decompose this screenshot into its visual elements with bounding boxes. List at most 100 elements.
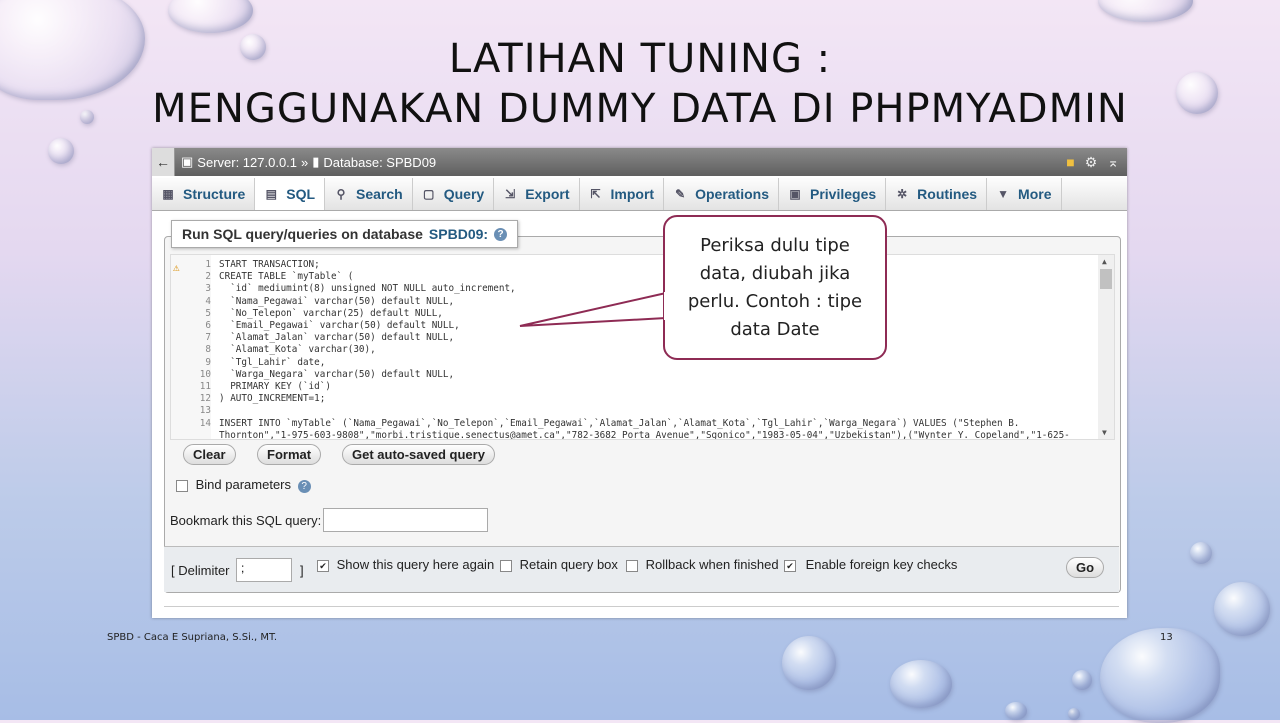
line-number: 1 — [205, 259, 211, 270]
show-query-label: Show this query here again — [336, 557, 495, 572]
callout-text: Periksa dulu tipe data, diubah jika perl… — [663, 232, 887, 344]
editor-line: 13 — [171, 405, 219, 417]
go-button[interactable]: Go — [1066, 557, 1105, 578]
breadcrumb-database[interactable]: Database: SPBD09 — [323, 155, 436, 170]
tab-structure[interactable]: ▦ Structure — [152, 178, 256, 210]
tab-search[interactable]: ⚲ Search — [325, 178, 413, 210]
slide-page-number: 13 — [1160, 632, 1173, 643]
tab-sql[interactable]: ▤ SQL — [255, 178, 326, 210]
water-drop-decoration — [1098, 0, 1193, 22]
line-number: 11 — [199, 381, 211, 392]
tab-label: More — [1018, 186, 1052, 202]
editor-line: 6 `Email_Pegawai` varchar(50) default NU… — [171, 320, 460, 332]
foreign-key-label: Enable foreign key checks — [805, 557, 958, 572]
editor-line: 11 PRIMARY KEY (`id`) — [171, 381, 331, 393]
show-query-checkbox[interactable]: ✔ — [317, 559, 329, 572]
clear-button[interactable]: Clear — [183, 444, 236, 465]
code-text: `id` mediumint(8) unsigned NOT NULL auto… — [219, 283, 516, 295]
server-icon: ▣ — [181, 154, 194, 169]
code-text: `Warga_Negara` varchar(50) default NULL, — [219, 368, 455, 380]
tab-privileges[interactable]: ▣ Privileges — [779, 178, 887, 210]
scrollbar-thumb[interactable] — [1100, 269, 1112, 289]
editor-line: 1 START TRANSACTION; — [171, 259, 319, 271]
editor-line: 12 ) AUTO_INCREMENT=1; — [171, 393, 326, 405]
caret-down-icon: ▼ — [997, 187, 1009, 201]
retain-box-checkbox[interactable] — [500, 559, 512, 572]
sql-editor[interactable]: ⚠ 1 START TRANSACTION; 2 CREATE TABLE `myTa… — [170, 254, 1115, 440]
retain-box-label: Retain query box — [519, 557, 618, 572]
tab-import[interactable]: ⇱ Import — [580, 178, 665, 210]
code-text: PRIMARY KEY (`id`) — [219, 381, 331, 392]
editor-line: 2 CREATE TABLE `myTable` ( — [171, 271, 353, 283]
tab-label: Structure — [183, 186, 246, 202]
bind-parameters-label: Bind parameters — [195, 477, 292, 492]
water-drop-decoration — [48, 138, 74, 164]
tab-more[interactable]: ▼ More — [987, 178, 1062, 210]
structure-icon: ▦ — [162, 187, 174, 201]
editor-line: 7 `Alamat_Jalan` varchar(50) default NUL… — [171, 332, 454, 344]
editor-line: 10 `Warga_Negara` varchar(50) default NU… — [171, 369, 454, 381]
bind-parameters-checkbox[interactable] — [176, 479, 188, 492]
line-number: 4 — [205, 295, 211, 307]
lock-icon[interactable]: ■ — [1066, 154, 1074, 171]
editor-scrollbar[interactable]: ▲ ▼ — [1098, 255, 1114, 439]
format-button[interactable]: Format — [257, 444, 322, 465]
line-number: 12 — [199, 393, 211, 405]
line-number: 14 — [199, 417, 211, 429]
tab-operations[interactable]: ✎ Operations — [664, 178, 779, 210]
tab-export[interactable]: ⇲ Export — [494, 178, 580, 210]
rollback-option: Rollback when finished — [626, 557, 779, 572]
delimiter-input[interactable]: ; — [236, 558, 292, 582]
code-text: Thornton","1-975-603-9808","morbi.tristi… — [219, 429, 1070, 440]
editor-line: 14 INSERT INTO `myTable` (`Nama_Pegawai`,… — [171, 417, 1020, 430]
back-arrow-icon[interactable]: ← — [152, 148, 175, 176]
line-number: 10 — [199, 368, 211, 380]
scroll-up-arrow-icon[interactable]: ▲ — [1102, 257, 1107, 266]
retain-box-option: Retain query box — [500, 557, 618, 572]
tab-routines[interactable]: ✲ Routines — [886, 178, 988, 210]
bookmark-label: Bookmark this SQL query: — [170, 513, 322, 528]
breadcrumb-separator: » — [301, 154, 309, 170]
export-icon: ⇲ — [505, 187, 516, 201]
privileges-icon: ▣ — [789, 187, 801, 201]
tab-label: Import — [610, 186, 655, 202]
rollback-checkbox[interactable] — [626, 559, 638, 572]
tab-query[interactable]: ▢ Query — [413, 178, 495, 210]
sql-icon: ▤ — [265, 187, 277, 201]
show-query-option: ✔ Show this query here again — [317, 557, 494, 572]
get-auto-saved-query-button[interactable]: Get auto-saved query — [342, 444, 495, 465]
tab-label: Query — [443, 186, 485, 202]
code-text: ) AUTO_INCREMENT=1; — [219, 393, 326, 405]
breadcrumb-server[interactable]: Server: 127.0.0.1 — [197, 155, 297, 170]
rollback-label: Rollback when finished — [645, 557, 779, 572]
code-text: CREATE TABLE `myTable` ( — [219, 271, 354, 283]
line-number: 3 — [205, 283, 211, 295]
code-text: INSERT INTO `myTable` (`Nama_Pegawai`,`N… — [219, 417, 1020, 429]
delimiter-label-close: ] — [300, 563, 304, 578]
bookmark-input[interactable] — [323, 508, 488, 532]
editor-line: 5 `No_Telepon` varchar(25) default NULL, — [171, 308, 443, 320]
phpmyadmin-screenshot: ← ▣ Server: 127.0.0.1 » ▮ Database: SPBD… — [152, 148, 1127, 618]
water-drop-decoration — [1214, 582, 1270, 636]
legend-text: Run SQL query/queries on database — [182, 226, 423, 242]
search-icon: ⚲ — [336, 187, 346, 201]
water-drop-decoration — [782, 636, 836, 690]
slide-title-line1: LATIHAN TUNING : — [448, 36, 832, 82]
code-text: `Email_Pegawai` varchar(50) default NULL… — [219, 320, 460, 331]
water-drop-decoration — [168, 0, 253, 33]
help-icon[interactable]: ? — [297, 480, 311, 493]
bind-parameters-row: Bind parameters ? — [176, 477, 311, 493]
tab-label: Export — [525, 186, 570, 202]
callout-line: data, diubah jika — [699, 263, 851, 284]
gear-icon[interactable]: ⚙ — [1085, 154, 1098, 171]
scroll-down-arrow-icon[interactable]: ▼ — [1102, 428, 1107, 437]
water-drop-decoration — [1068, 708, 1080, 720]
foreign-key-checkbox[interactable]: ✔ — [784, 559, 796, 572]
line-number: 6 — [205, 320, 211, 331]
collapse-icon[interactable]: ⌅ — [1107, 154, 1119, 171]
callout-line: perlu. Contoh : tipe — [687, 291, 863, 312]
slide-title-line2: MENGGUNAKAN DUMMY DATA DI PHPMYADMIN — [152, 86, 1128, 132]
help-icon[interactable]: ? — [494, 227, 508, 241]
tab-label: SQL — [286, 186, 316, 202]
